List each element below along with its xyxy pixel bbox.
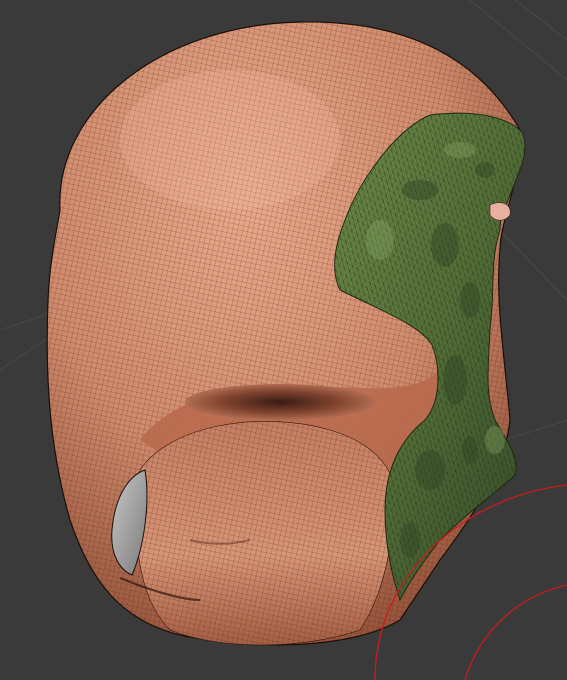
viewport-canvas[interactable] — [0, 0, 567, 680]
mesh-edge-flap — [489, 202, 511, 221]
mesh-lower-wire — [136, 421, 396, 645]
mesh-tunnel-shadow — [185, 384, 375, 420]
mesh-specular — [120, 70, 340, 210]
3d-viewport[interactable] — [0, 0, 567, 680]
gizmo-inner-ring[interactable] — [464, 584, 567, 680]
mesh-object[interactable] — [46, 21, 526, 646]
